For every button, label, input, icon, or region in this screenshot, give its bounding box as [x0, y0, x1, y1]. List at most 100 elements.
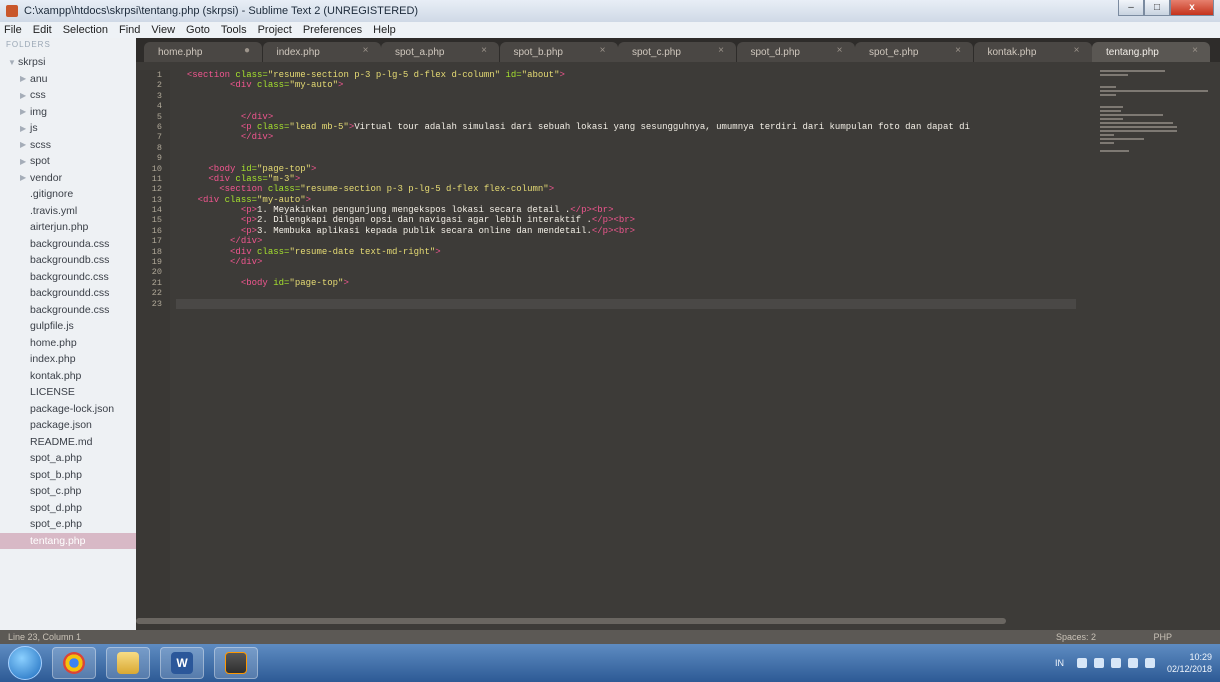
tab-spot-b[interactable]: spot_b.php × [499, 42, 618, 62]
sidebar-folder[interactable]: ▶ spot [0, 153, 136, 170]
code-line[interactable]: </div> [176, 236, 1076, 246]
sidebar-file[interactable]: airterjun.php [0, 219, 136, 236]
sidebar-file[interactable]: kontak.php [0, 368, 136, 385]
tab-home[interactable]: home.php ● [144, 42, 262, 62]
collapsed-arrow-icon[interactable]: ▶ [20, 107, 30, 116]
code-line[interactable]: <p>1. Meyakinkan pengunjung mengekspos l… [176, 205, 1076, 215]
sidebar-file[interactable]: tentang.php [0, 532, 136, 549]
sidebar-file[interactable]: backgroundc.css [0, 269, 136, 286]
taskbar-word[interactable]: W [160, 647, 204, 679]
tab-close-icon[interactable]: × [363, 45, 369, 56]
menu-find[interactable]: Find [119, 24, 140, 36]
sidebar-folder[interactable]: ▶ js [0, 120, 136, 137]
taskbar-sublime[interactable] [214, 647, 258, 679]
clock[interactable]: 10:29 02/12/2018 [1167, 651, 1212, 675]
start-button[interactable] [8, 646, 42, 680]
code-line[interactable]: <body id="page-top"> [176, 278, 1076, 288]
sidebar-file[interactable]: .gitignore [0, 186, 136, 203]
taskbar-chrome[interactable] [52, 647, 96, 679]
tab-close-icon[interactable]: × [955, 45, 961, 56]
tab-index[interactable]: index.php × [262, 42, 381, 62]
sidebar-file[interactable]: package-lock.json [0, 401, 136, 418]
sidebar-file[interactable]: backgroundd.css [0, 285, 136, 302]
sidebar-file[interactable]: spot_c.php [0, 483, 136, 500]
show-hidden-icons-icon[interactable] [1076, 658, 1087, 668]
tab-close-icon[interactable]: × [600, 45, 606, 56]
code-line[interactable]: <body id="page-top"> [176, 164, 1076, 174]
sidebar-file[interactable]: spot_e.php [0, 516, 136, 533]
menu-project[interactable]: Project [258, 24, 292, 36]
sidebar-folder[interactable]: ▶ anu [0, 71, 136, 88]
volume-icon[interactable] [1144, 658, 1155, 668]
menu-edit[interactable]: Edit [33, 24, 52, 36]
tab-spot-e[interactable]: spot_e.php × [855, 42, 973, 62]
code-line[interactable] [176, 101, 1076, 111]
code-line[interactable]: <p class="lead mb-5">Virtual tour adalah… [176, 122, 1076, 132]
sidebar-file[interactable]: backgrounde.css [0, 302, 136, 319]
code-line[interactable]: </div> [176, 112, 1076, 122]
menu-view[interactable]: View [151, 24, 175, 36]
sidebar-file[interactable]: LICENSE [0, 384, 136, 401]
code-line[interactable] [176, 91, 1076, 101]
code-line[interactable] [176, 288, 1076, 298]
collapsed-arrow-icon[interactable]: ▶ [20, 74, 30, 83]
sidebar-file[interactable]: index.php [0, 351, 136, 368]
collapsed-arrow-icon[interactable]: ▶ [20, 91, 30, 100]
network-icon[interactable] [1093, 658, 1104, 668]
code-line[interactable]: <div class="my-auto"> [176, 195, 1076, 205]
maximize-button[interactable]: □ [1144, 0, 1170, 16]
battery-icon[interactable] [1127, 658, 1138, 668]
tab-spot-a[interactable]: spot_a.php × [381, 42, 499, 62]
code-line[interactable]: <p>3. Membuka aplikasi kepada publik sec… [176, 226, 1076, 236]
code-line[interactable]: <div class="my-auto"> [176, 80, 1076, 90]
menu-help[interactable]: Help [373, 24, 396, 36]
language-indicator[interactable]: IN [1055, 658, 1064, 668]
sidebar-file[interactable]: package.json [0, 417, 136, 434]
sidebar-folder[interactable]: ▶ img [0, 104, 136, 121]
tab-spot-d[interactable]: spot_d.php × [736, 42, 855, 62]
sidebar-file[interactable]: spot_a.php [0, 450, 136, 467]
flag-icon[interactable] [1110, 658, 1121, 668]
expanded-arrow-icon[interactable]: ▼ [8, 58, 18, 67]
menu-selection[interactable]: Selection [63, 24, 108, 36]
code-line[interactable]: <div class="m-3"> [176, 174, 1076, 184]
code-line[interactable] [176, 267, 1076, 277]
menu-tools[interactable]: Tools [221, 24, 247, 36]
code-line[interactable] [176, 143, 1076, 153]
tab-close-icon[interactable]: × [1192, 45, 1198, 56]
sidebar-file[interactable]: home.php [0, 335, 136, 352]
sidebar-folder[interactable]: ▶ scss [0, 137, 136, 154]
taskbar-explorer[interactable] [106, 647, 150, 679]
tab-close-icon[interactable]: × [481, 45, 487, 56]
syntax-setting[interactable]: PHP [1153, 632, 1172, 642]
collapsed-arrow-icon[interactable]: ▶ [20, 173, 30, 182]
code-area[interactable]: <section class="resume-section p-3 p-lg-… [176, 70, 1076, 309]
sidebar-folder[interactable]: ▶ vendor [0, 170, 136, 187]
horizontal-scrollbar[interactable] [136, 618, 1006, 624]
menu-preferences[interactable]: Preferences [303, 24, 362, 36]
collapsed-arrow-icon[interactable]: ▶ [20, 157, 30, 166]
code-line[interactable]: <section class="resume-section p-3 p-lg-… [176, 184, 1076, 194]
close-button[interactable]: x [1170, 0, 1214, 16]
code-line[interactable] [176, 298, 1076, 309]
menu-file[interactable]: File [4, 24, 22, 36]
sidebar-file[interactable]: backgrounda.css [0, 236, 136, 253]
sidebar-file[interactable]: gulpfile.js [0, 318, 136, 335]
tab-close-icon[interactable]: × [718, 45, 724, 56]
tab-close-icon[interactable]: × [837, 45, 843, 56]
sidebar-file[interactable]: .travis.yml [0, 203, 136, 220]
code-line[interactable]: </div> [176, 132, 1076, 142]
unsaved-dot-icon[interactable]: ● [244, 45, 250, 56]
tab-tentang[interactable]: tentang.php × [1092, 42, 1210, 62]
code-line[interactable]: <div class="resume-date text-md-right"> [176, 247, 1076, 257]
code-line[interactable]: </div> [176, 257, 1076, 267]
code-line[interactable]: <p>2. Dilengkapi dengan opsi dan navigas… [176, 215, 1076, 225]
sidebar-file[interactable]: backgroundb.css [0, 252, 136, 269]
code-line[interactable] [176, 153, 1076, 163]
sidebar-file[interactable]: spot_d.php [0, 500, 136, 517]
minimap[interactable] [1100, 68, 1212, 188]
sidebar-folder[interactable]: ▶ css [0, 87, 136, 104]
minimize-button[interactable]: – [1118, 0, 1144, 16]
tab-kontak[interactable]: kontak.php × [973, 42, 1092, 62]
collapsed-arrow-icon[interactable]: ▶ [20, 140, 30, 149]
